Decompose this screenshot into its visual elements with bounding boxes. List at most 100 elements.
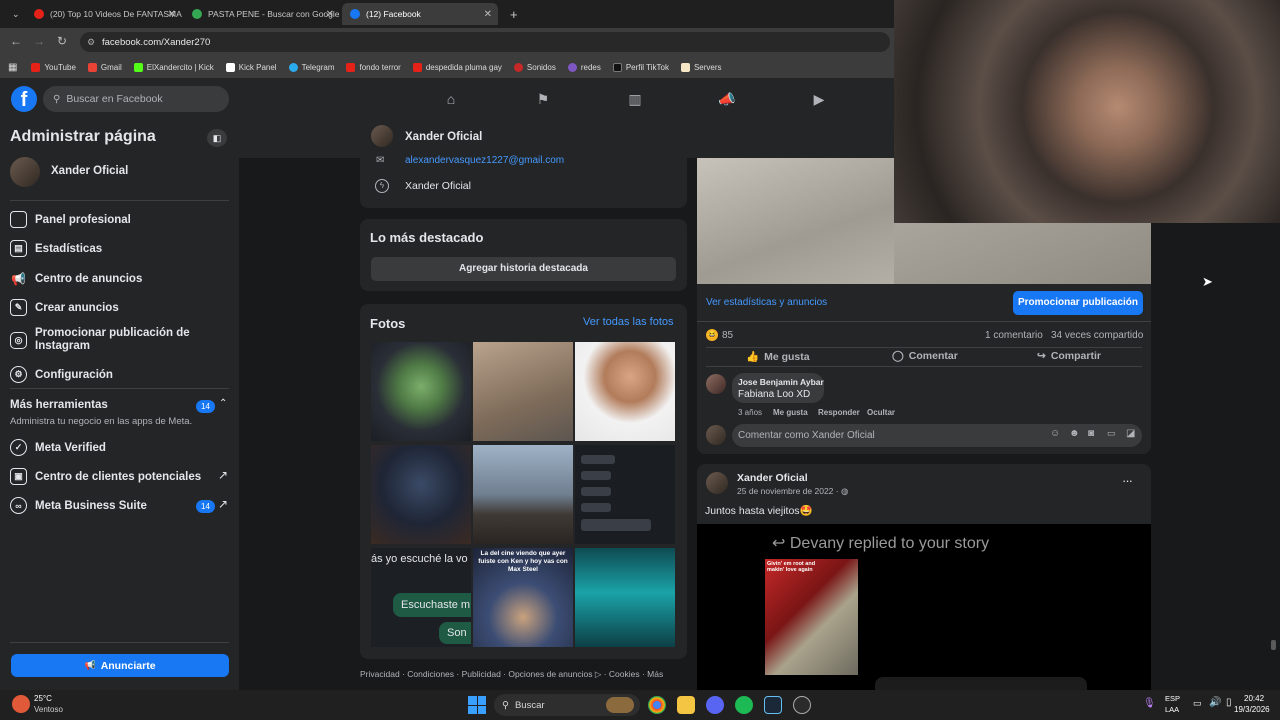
flag-icon[interactable]: ⚑	[534, 90, 552, 108]
tab-google[interactable]: PASTA PENE - Buscar con Google ✕	[184, 3, 340, 25]
like-button[interactable]: 👍 Me gusta	[746, 350, 810, 364]
home-icon[interactable]: ⌂	[442, 90, 460, 108]
reload-icon[interactable]: ↻	[57, 34, 67, 48]
external-link-icon[interactable]: ↗	[218, 497, 228, 511]
network-icon[interactable]: ▭	[1193, 698, 1202, 709]
sidebar-item-crear-anuncios[interactable]: ✎ Crear anuncios	[10, 299, 119, 316]
share-button[interactable]: ↪ Compartir	[1037, 350, 1101, 362]
tab-facebook[interactable]: (12) Facebook ✕	[342, 3, 498, 25]
bookmark-kick-panel[interactable]: Kick Panel	[225, 62, 277, 72]
comment-reply-link[interactable]: Responder	[818, 408, 860, 417]
close-icon[interactable]: ✕	[168, 9, 176, 20]
site-info-icon[interactable]: ⚙	[87, 37, 95, 48]
weather-condition[interactable]: Ventoso	[34, 705, 63, 714]
taskbar-search-input[interactable]: ⚲ Buscar	[494, 694, 640, 716]
steam-icon[interactable]	[764, 696, 782, 714]
bookmark-sonidos[interactable]: Sonidos	[513, 62, 556, 72]
more-options-icon[interactable]: ···	[1122, 473, 1133, 488]
photo-thumbnail[interactable]	[371, 445, 471, 544]
microphone-icon[interactable]: 🎙	[1143, 698, 1156, 709]
sidebar-item-meta-verified[interactable]: ✓ Meta Verified	[10, 439, 106, 456]
post-media-image[interactable]: ↩ Devany replied to your story Givin' em…	[697, 524, 1151, 690]
close-icon[interactable]: ✕	[484, 9, 492, 20]
bookmark-tiktok[interactable]: Perfil TikTok	[612, 62, 669, 72]
avatar[interactable]	[10, 157, 40, 187]
sidebar-item-estadisticas[interactable]: ▤ Estadísticas	[10, 240, 102, 257]
scrollbar-thumb[interactable]	[1271, 640, 1276, 650]
more-tools-title[interactable]: Más herramientas	[10, 399, 108, 411]
sidebar-item-business-suite[interactable]: ∞ Meta Business Suite	[10, 497, 147, 514]
avatar[interactable]	[706, 374, 726, 394]
see-all-photos-link[interactable]: Ver todas las fotos	[583, 316, 674, 328]
bookmark-gmail[interactable]: Gmail	[87, 62, 122, 72]
post-media-image[interactable]	[894, 223, 1151, 284]
sidebar-item-configuracion[interactable]: ⚙ Configuración	[10, 366, 113, 383]
comment-count[interactable]: 1 comentario	[985, 330, 1043, 341]
battery-icon[interactable]: ▯	[1226, 697, 1232, 708]
avatar[interactable]	[371, 125, 393, 147]
promote-post-button[interactable]: Promocionar publicación	[1013, 291, 1143, 315]
language-code[interactable]: ESP	[1165, 694, 1180, 703]
photo-thumbnail[interactable]	[473, 445, 573, 544]
volume-icon[interactable]: 🔊	[1209, 697, 1221, 708]
apps-grid-icon[interactable]: ▦	[8, 62, 17, 73]
comment-hide-link[interactable]: Ocultar	[867, 408, 895, 417]
forward-arrow-icon[interactable]: →	[33, 34, 45, 48]
sidebar-item-centro-clientes[interactable]: ▣ Centro de clientes potenciales	[10, 468, 201, 485]
back-arrow-icon[interactable]: ←	[10, 34, 22, 48]
collapse-sidebar-icon[interactable]: ◧	[207, 129, 227, 147]
bookmark-servers[interactable]: Servers	[680, 62, 722, 72]
footer-links[interactable]: Privacidad · Condiciones · Publicidad · …	[360, 669, 663, 680]
photo-thumbnail[interactable]: La del cine viendo que ayer fuiste con K…	[473, 548, 573, 647]
bookmark-fondo-terror[interactable]: fondo terror	[346, 62, 401, 72]
sidebar-item-panel-profesional[interactable]: Panel profesional	[10, 211, 131, 228]
insights-icon[interactable]: ▥	[626, 90, 644, 108]
photo-thumbnail[interactable]	[575, 445, 675, 544]
avatar[interactable]	[706, 472, 728, 494]
weather-temp[interactable]: 25°C	[34, 694, 52, 703]
add-highlight-button[interactable]: Agregar historia destacada	[371, 257, 676, 281]
spotify-icon[interactable]	[735, 696, 753, 714]
photo-thumbnail[interactable]	[575, 548, 675, 647]
keyboard-layout[interactable]: LAA	[1165, 705, 1179, 714]
camera-icon[interactable]: ◙	[1088, 428, 1094, 439]
intro-email[interactable]: alexandervasquez1227@gmail.com	[405, 155, 564, 166]
reaction-count[interactable]: 85	[722, 330, 733, 341]
bookmark-redes[interactable]: redes	[567, 62, 601, 72]
clock-time[interactable]: 20:42	[1244, 694, 1264, 703]
sticker-icon[interactable]: ◪	[1126, 428, 1135, 439]
photo-thumbnail[interactable]	[473, 342, 573, 441]
bookmark-telegram[interactable]: Telegram	[288, 62, 334, 72]
comment-input[interactable]: Comentar como Xander Oficial ☺ ☻ ◙ ▭ ◪	[732, 424, 1142, 447]
address-bar[interactable]: ⚙ facebook.com/Xander270	[80, 32, 890, 52]
file-explorer-icon[interactable]	[677, 696, 695, 714]
comment-age[interactable]: 3 años	[738, 408, 762, 417]
video-icon[interactable]: ▶	[810, 90, 828, 108]
bookmark-youtube[interactable]: YouTube	[31, 62, 76, 72]
gif-icon[interactable]: ▭	[1107, 428, 1116, 439]
comment-button[interactable]: ◯ Comentar	[892, 350, 958, 362]
comment-author[interactable]: Jose Benjamin Aybar	[738, 377, 824, 387]
advertise-button[interactable]: 📢 Anunciarte	[11, 654, 229, 677]
avatar-sticker-icon[interactable]: ☺	[1050, 428, 1060, 439]
intro-messenger[interactable]: Xander Oficial	[405, 180, 471, 192]
app-icon[interactable]	[793, 696, 811, 714]
bookmark-despedida[interactable]: despedida pluma gay	[412, 62, 502, 72]
post-media-image[interactable]	[697, 158, 894, 284]
emoji-icon[interactable]: ☻	[1069, 428, 1080, 439]
tab-search-button[interactable]: ⌄	[4, 3, 24, 25]
haha-reaction-icon[interactable]: 😆	[706, 329, 718, 341]
comment-like-link[interactable]: Me gusta	[773, 408, 808, 417]
chrome-icon[interactable]	[648, 696, 666, 714]
tab-youtube[interactable]: (20) Top 10 Videos De FANTASMAS ✕	[26, 3, 182, 25]
chevron-up-icon[interactable]: ⌃	[219, 398, 227, 409]
sidebar-page-name[interactable]: Xander Oficial	[51, 165, 128, 177]
share-count[interactable]: 34 veces compartido	[1051, 330, 1143, 341]
clock-date[interactable]: 19/3/2026	[1234, 705, 1270, 714]
external-link-icon[interactable]: ↗	[218, 468, 228, 482]
photo-thumbnail[interactable]	[371, 342, 471, 441]
post-author[interactable]: Xander Oficial	[737, 472, 808, 484]
view-stats-link[interactable]: Ver estadísticas y anuncios	[706, 297, 827, 308]
bookmark-kick[interactable]: ElXandercito | Kick	[133, 62, 214, 72]
sidebar-item-instagram[interactable]: ◎ Promocionar publicación de Instagram	[10, 327, 200, 353]
